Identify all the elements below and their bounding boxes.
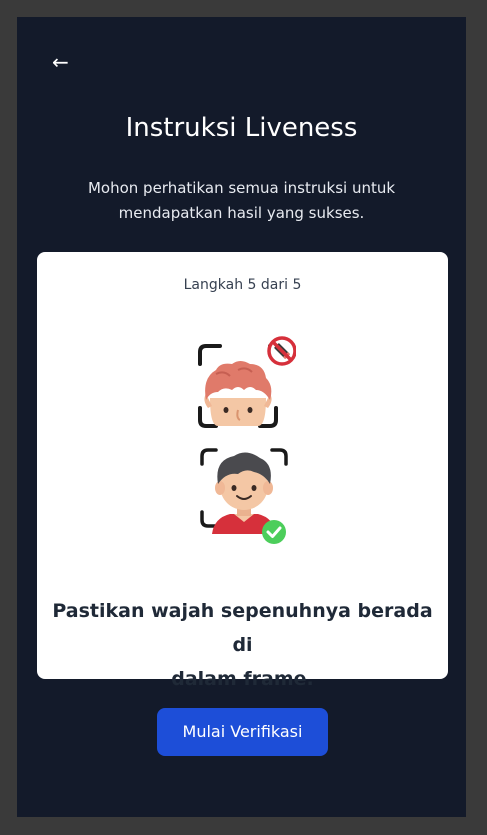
instruction-card: Langkah 5 dari 5 Pastikan wajah sepenuhn… bbox=[37, 252, 448, 690]
face-partially-out-of-frame-icon bbox=[198, 344, 278, 428]
instruction-line-2: dalam frame. bbox=[171, 668, 314, 690]
page-subtitle: Mohon perhatikan semua instruksi untuk m… bbox=[17, 176, 466, 226]
prohibited-icon bbox=[267, 336, 296, 366]
check-icon bbox=[262, 520, 286, 544]
app-screen: ← Instruksi Liveness Mohon perhatikan se… bbox=[17, 17, 466, 817]
start-verification-button[interactable]: Mulai Verifikasi bbox=[157, 708, 328, 756]
back-arrow-icon[interactable]: ← bbox=[52, 47, 69, 77]
subtitle-line-1: Mohon perhatikan semua instruksi untuk bbox=[87, 179, 396, 197]
step-indicator: Langkah 5 dari 5 bbox=[183, 277, 302, 293]
subtitle-line-2: mendapatkan hasil yang sukses. bbox=[118, 204, 365, 222]
liveness-illustration bbox=[198, 336, 296, 544]
instruction-line-1: Pastikan wajah sepenuhnya berada di bbox=[52, 600, 433, 656]
page-title: Instruksi Liveness bbox=[125, 113, 358, 143]
instruction-text: Pastikan wajah sepenuhnya berada di dala… bbox=[47, 594, 438, 696]
